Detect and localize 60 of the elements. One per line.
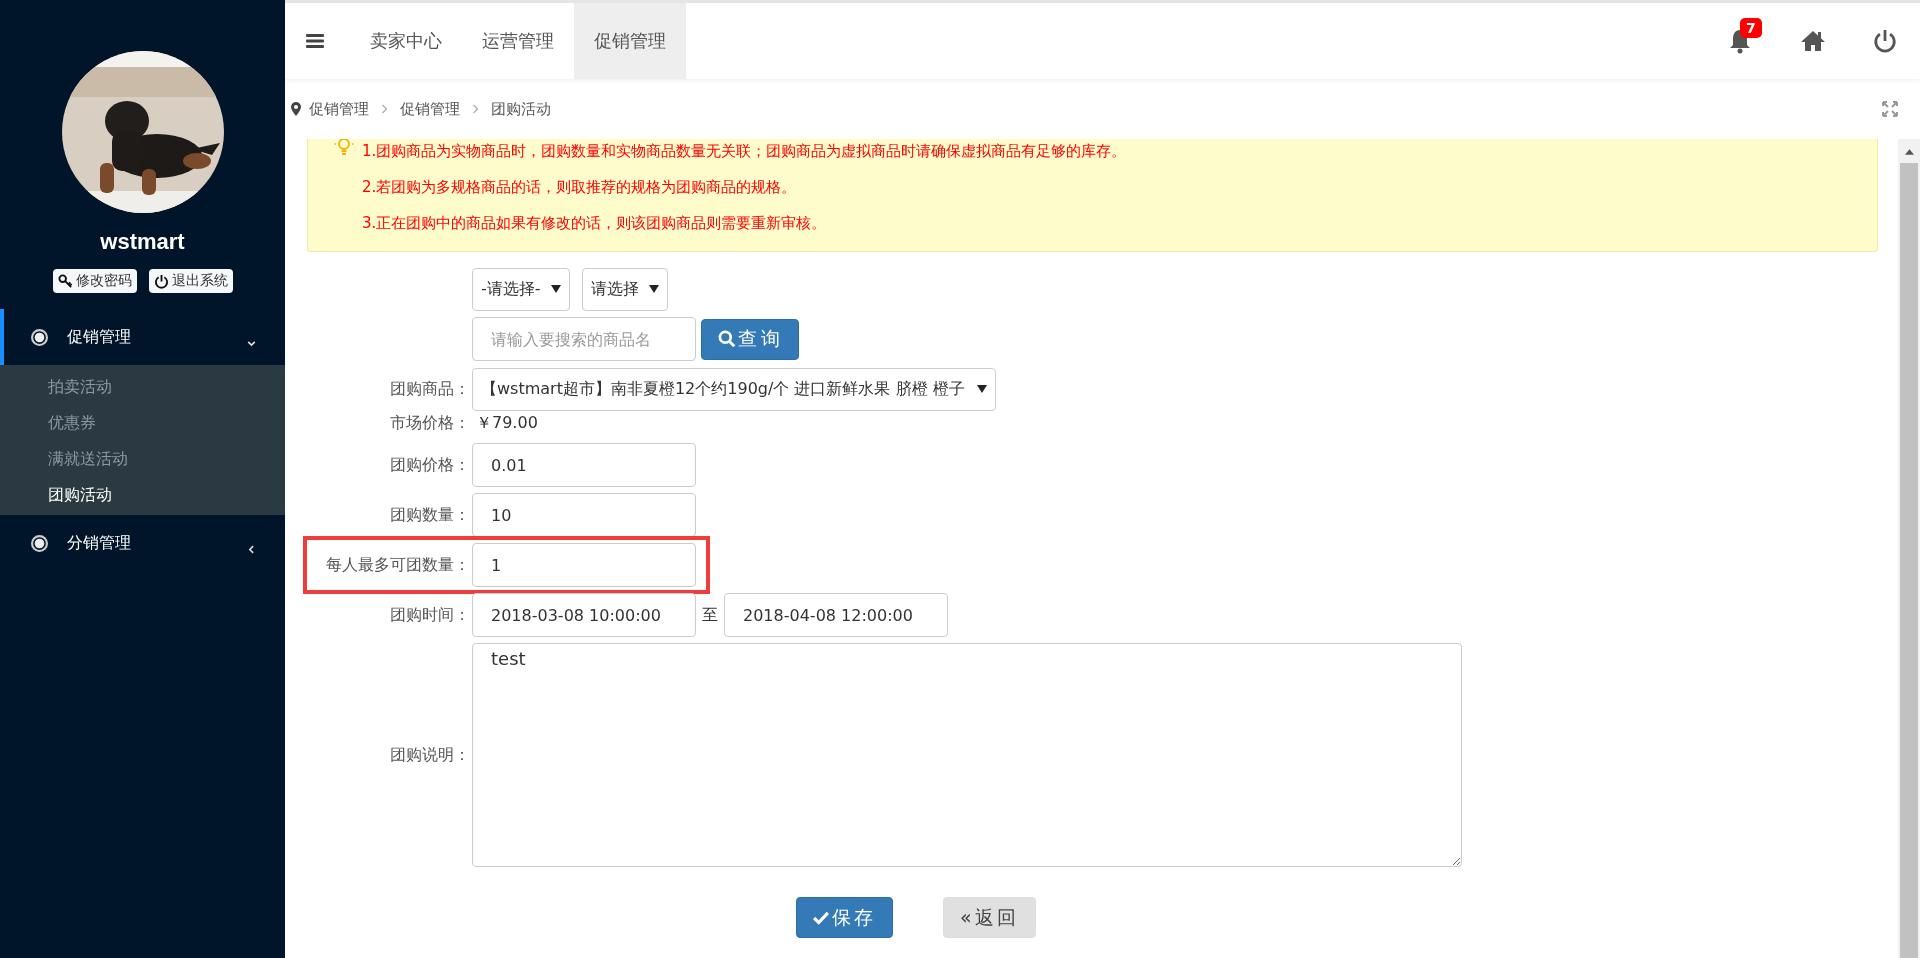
change-password-button[interactable]: 修改密码 [52, 269, 137, 293]
back-button[interactable]: «返回 [943, 897, 1036, 938]
field-label: 团购说明： [389, 744, 471, 766]
input-field[interactable]: 0.01 [472, 443, 696, 487]
search-button[interactable]: 查询 [701, 318, 799, 360]
dropdown-arrow-icon [550, 285, 561, 293]
radio-icon [31, 328, 48, 346]
search-icon [718, 330, 736, 348]
breadcrumb-item[interactable]: 团购活动 [491, 99, 551, 119]
scrollbar[interactable] [1898, 139, 1920, 958]
nav-tab[interactable]: 运营管理 [462, 3, 574, 79]
dropdown-arrow-icon [648, 285, 659, 293]
input-field[interactable]: 1 [472, 543, 696, 587]
home-icon[interactable] [1800, 29, 1826, 53]
notice-text: 1.团购商品为实物商品时，团购数量和实物商品数量无关联；团购商品为虚拟商品时请确保虚拟商品有足够的库存。 [362, 141, 1127, 162]
fullscreen-icon[interactable] [1882, 101, 1898, 117]
logout-button[interactable]: 退出系统 [148, 269, 233, 293]
scroll-up-icon[interactable] [1904, 149, 1914, 155]
dropdown-arrow-icon [976, 385, 987, 393]
user-name: wstmart [100, 229, 185, 255]
category-select[interactable]: 请选择 [581, 267, 668, 311]
nav-tab[interactable]: 促销管理 [574, 3, 686, 79]
location-pin-icon [291, 102, 301, 116]
notification-badge: 7 [1740, 18, 1762, 38]
key-icon [57, 273, 73, 289]
search-field[interactable]: 请输入要搜索的商品名 [472, 317, 696, 361]
power-icon[interactable] [1872, 29, 1898, 53]
save-button[interactable]: 保存 [796, 897, 893, 938]
product-select[interactable]: 【wstmart超市】南非夏橙12个约190g/个 进口新鲜水果 脐橙 橙子 [472, 367, 996, 411]
submenu-item[interactable]: 满就送活动 [0, 441, 285, 477]
field-label: 每人最多可团数量： [325, 554, 471, 576]
submenu-item[interactable]: 团购活动 [0, 477, 285, 513]
check-icon [813, 910, 829, 925]
description-field[interactable]: test [472, 643, 1462, 867]
menu-icon[interactable] [306, 34, 324, 48]
power-icon [153, 273, 169, 289]
field-label: 市场价格： [389, 412, 471, 434]
nav-tab[interactable]: 卖家中心 [350, 3, 462, 79]
end-time-field[interactable]: 2018-04-08 12:00:00 [724, 593, 948, 637]
radio-icon [31, 534, 48, 552]
notice-text: 3.正在团购中的商品如果有修改的话，则该团购商品则需要重新审核。 [362, 213, 828, 234]
breadcrumb-item[interactable]: 促销管理 [309, 99, 369, 119]
chevron-icon [381, 104, 388, 114]
menu-item[interactable]: 分销管理 [0, 515, 285, 571]
field-label: 团购价格： [389, 454, 471, 476]
submenu-item[interactable]: 拍卖活动 [0, 369, 285, 405]
range-separator: 至 [702, 604, 718, 626]
field-label: 团购商品： [389, 378, 471, 400]
category-select[interactable]: -请选择- [472, 267, 570, 311]
scrollbar-thumb[interactable] [1900, 163, 1918, 958]
field-label: 团购数量： [389, 504, 471, 526]
field-label: 团购时间： [389, 604, 471, 626]
input-field[interactable]: 10 [472, 493, 696, 537]
lightbulb-icon [334, 139, 354, 157]
start-time-field[interactable]: 2018-03-08 10:00:00 [472, 593, 696, 637]
market-price: ￥79.00 [476, 412, 538, 434]
notice-text: 2.若团购为多规格商品的话，则取推荐的规格为团购商品的规格。 [362, 177, 798, 198]
breadcrumb-item[interactable]: 促销管理 [400, 99, 460, 119]
submenu-item[interactable]: 优惠券 [0, 405, 285, 441]
chevron-icon [472, 104, 479, 114]
